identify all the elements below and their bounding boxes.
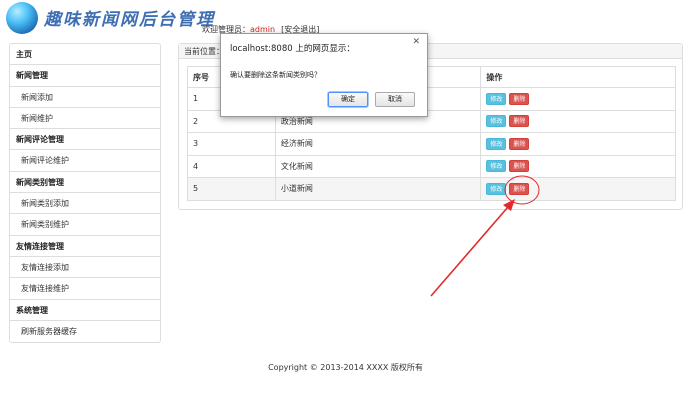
- sidebar-item-link-add[interactable]: 友情连接添加: [10, 257, 160, 279]
- cell-id: 3: [187, 132, 276, 156]
- cancel-button[interactable]: 取消: [375, 92, 415, 107]
- sidebar-group-system: 系统管理: [10, 300, 160, 321]
- column-header-actions: 操作: [480, 66, 676, 88]
- table-row: 4 文化新闻 修改 删除: [187, 154, 676, 178]
- cell-actions: 修改 删除: [480, 109, 676, 133]
- delete-button[interactable]: 删除: [509, 137, 530, 150]
- ok-button[interactable]: 确定: [328, 92, 368, 107]
- sidebar-item-link-maintain[interactable]: 友情连接维护: [10, 278, 160, 300]
- logo-icon: [6, 2, 38, 34]
- cell-actions: 修改 删除: [480, 177, 676, 201]
- edit-button[interactable]: 修改: [486, 92, 507, 105]
- cell-name: 文化新闻: [274, 154, 482, 178]
- delete-button[interactable]: 删除: [509, 92, 530, 105]
- sidebar-group-categories: 新闻类别管理: [10, 172, 160, 194]
- footer-copyright: Copyright © 2013-2014 XXXX 版权所有: [268, 363, 423, 372]
- table-row: 3 经济新闻 修改 删除: [187, 132, 676, 156]
- table-row: 5 小道新闻 修改 删除: [187, 177, 676, 201]
- edit-button[interactable]: 修改: [486, 137, 507, 150]
- edit-button[interactable]: 修改: [486, 160, 507, 173]
- sidebar-item-news-add[interactable]: 新闻添加: [10, 87, 160, 108]
- confirm-dialog: localhost:8080 上的网页显示： ✕ 确认要删除这条新闻类别吗？ 确…: [220, 33, 428, 117]
- cell-actions: 修改 删除: [480, 132, 676, 156]
- edit-button[interactable]: 修改: [486, 115, 507, 128]
- sidebar-group-news: 新闻管理: [10, 65, 160, 87]
- sidebar-item-comments-maintain[interactable]: 新闻评论维护: [10, 150, 160, 172]
- page: 趣味新闻网后台管理 欢迎管理员：admin [安全退出] 主页 新闻管理 新闻添加…: [0, 0, 691, 394]
- delete-button[interactable]: 删除: [509, 160, 530, 173]
- cell-actions: 修改 删除: [480, 87, 676, 111]
- cell-actions: 修改 删除: [480, 154, 676, 178]
- dialog-title: localhost:8080 上的网页显示：: [230, 44, 355, 54]
- sidebar-group-comments: 新闻评论管理: [10, 129, 160, 151]
- sidebar-item-category-add[interactable]: 新闻类别添加: [10, 193, 160, 215]
- annotation-arrow-line: [430, 206, 509, 297]
- cell-id: 5: [187, 177, 276, 201]
- sidebar-item-news-maintain[interactable]: 新闻维护: [10, 108, 160, 130]
- sidebar-item-refresh-cache[interactable]: 刷新服务器缓存: [10, 321, 160, 342]
- close-icon[interactable]: ✕: [412, 37, 420, 47]
- dialog-message: 确认要删除这条新闻类别吗？: [230, 71, 321, 79]
- site-title: 趣味新闻网后台管理: [44, 10, 215, 30]
- sidebar-item-category-maintain[interactable]: 新闻类别维护: [10, 214, 160, 236]
- delete-button[interactable]: 删除: [509, 115, 530, 128]
- sidebar-item-home[interactable]: 主页: [10, 44, 160, 66]
- cell-name: 经济新闻: [274, 132, 482, 156]
- sidebar-group-links: 友情连接管理: [10, 236, 160, 257]
- cell-name: 小道新闻: [274, 177, 482, 201]
- cell-id: 4: [187, 154, 276, 178]
- sidebar: 主页 新闻管理 新闻添加 新闻维护 新闻评论管理 新闻评论维护 新闻类别管理 新…: [9, 43, 161, 344]
- edit-button[interactable]: 修改: [486, 182, 507, 195]
- delete-button[interactable]: 删除: [509, 182, 530, 195]
